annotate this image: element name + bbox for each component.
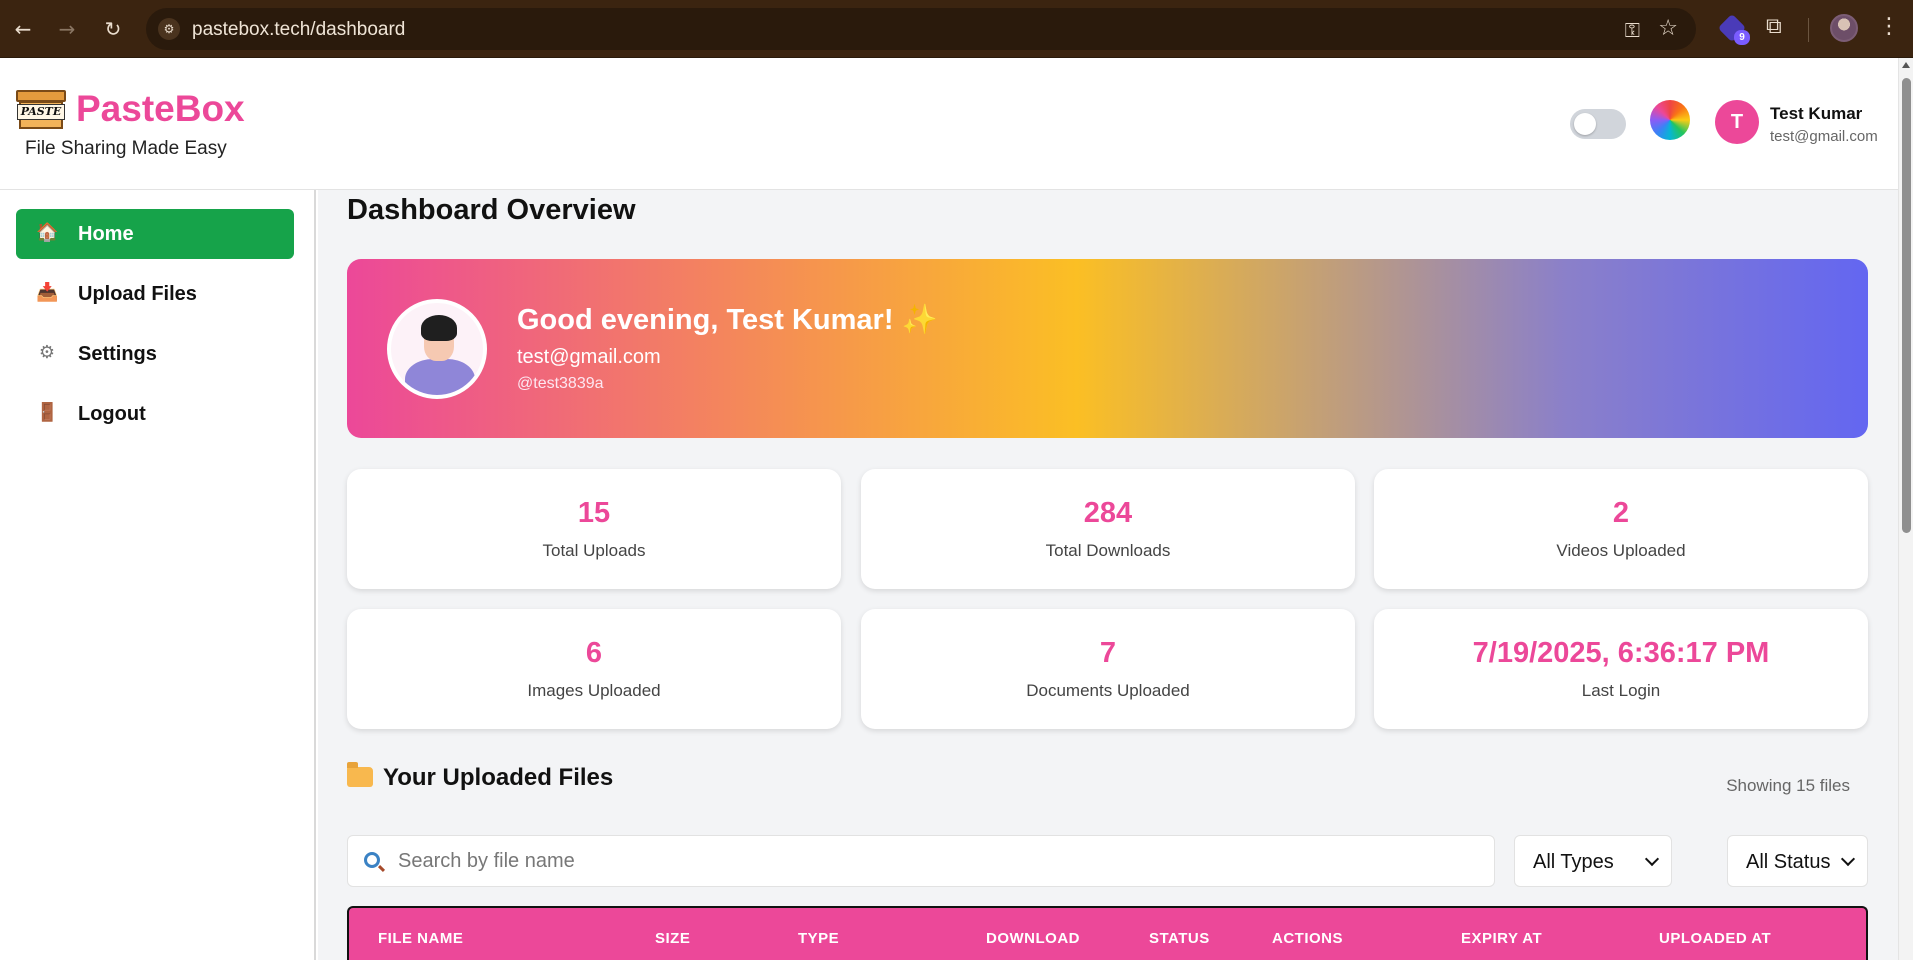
stat-card-total-uploads: 15 Total Uploads xyxy=(347,469,841,589)
extension-badge: 9 xyxy=(1734,30,1750,45)
column-header-type[interactable]: TYPE xyxy=(798,930,839,947)
stat-value: 15 xyxy=(577,497,611,529)
stat-card-last-login: 7/19/2025, 6:36:17 PM Last Login xyxy=(1374,609,1868,729)
browser-toolbar: ← → ↻ ⚙ pastebox.tech/dashboard ⚿ ☆ 9 ⧉ … xyxy=(0,0,1913,58)
stat-value: 2 xyxy=(1612,497,1630,529)
browser-profile-avatar[interactable] xyxy=(1830,14,1858,42)
extension-gem-icon[interactable]: 9 xyxy=(1717,13,1750,45)
uploaded-files-heading: Your Uploaded Files xyxy=(347,762,614,792)
chevron-down-icon xyxy=(1840,851,1856,867)
sidebar-item-label: Logout xyxy=(78,403,146,425)
reload-icon[interactable]: ↻ xyxy=(100,16,126,42)
address-url[interactable]: pastebox.tech/dashboard xyxy=(192,19,405,41)
greeting-text: Good evening, Test Kumar! ✨ xyxy=(517,303,938,337)
type-filter-select[interactable]: All Types xyxy=(1514,835,1672,887)
column-header-uploaded-at[interactable]: UPLOADED AT xyxy=(1659,930,1771,947)
main-content: Dashboard Overview Good evening, Test Ku… xyxy=(318,190,1898,960)
stat-value: 7/19/2025, 6:36:17 PM xyxy=(1472,637,1770,669)
sidebar-item-label: Settings xyxy=(78,343,157,365)
stat-label: Last Login xyxy=(1581,681,1661,700)
user-email: test@gmail.com xyxy=(1770,128,1878,145)
sidebar-item-settings[interactable]: ⚙ Settings xyxy=(16,329,294,379)
banner-handle: @test3839a xyxy=(517,375,604,392)
status-filter-value: All Status xyxy=(1746,851,1831,873)
sidebar-item-upload-files[interactable]: 📥 Upload Files xyxy=(16,269,294,319)
dark-mode-toggle[interactable] xyxy=(1570,109,1626,139)
upload-icon: 📥 xyxy=(36,282,59,303)
logo-text: PASTE xyxy=(17,104,65,120)
stat-label: Total Downloads xyxy=(1045,541,1171,560)
scroll-up-arrow-icon[interactable] xyxy=(1902,62,1910,68)
stat-value: 7 xyxy=(1099,637,1117,669)
page-title: Dashboard Overview xyxy=(347,194,636,226)
stat-label: Documents Uploaded xyxy=(1026,681,1190,700)
file-search-box[interactable] xyxy=(347,835,1495,887)
search-icon xyxy=(364,852,380,868)
user-name: Test Kumar xyxy=(1770,104,1863,123)
toolbar-divider xyxy=(1808,18,1809,42)
column-header-status[interactable]: STATUS xyxy=(1149,930,1210,947)
extensions-puzzle-icon[interactable]: ⧉ xyxy=(1766,14,1782,39)
type-filter-value: All Types xyxy=(1533,851,1614,873)
toggle-knob xyxy=(1574,113,1596,135)
gear-icon: ⚙ xyxy=(38,342,56,363)
back-arrow-icon[interactable]: ← xyxy=(10,16,36,42)
scroll-thumb[interactable] xyxy=(1902,78,1911,533)
stat-card-videos-uploaded: 2 Videos Uploaded xyxy=(1374,469,1868,589)
stat-value: 6 xyxy=(585,637,603,669)
pastebox-logo-icon[interactable]: PASTE xyxy=(16,90,66,130)
bookmark-star-icon[interactable]: ☆ xyxy=(1658,16,1678,41)
stat-label: Total Uploads xyxy=(542,541,646,560)
sidebar-item-label: Upload Files xyxy=(78,283,197,305)
stat-label: Images Uploaded xyxy=(527,681,661,700)
forward-arrow-icon[interactable]: → xyxy=(54,16,80,42)
folder-icon xyxy=(347,762,373,787)
sparkle-icon: ✨ xyxy=(901,304,938,336)
brand-tagline: File Sharing Made Easy xyxy=(25,138,227,159)
app-header: PASTE PasteBox File Sharing Made Easy T … xyxy=(0,58,1898,190)
stat-card-images-uploaded: 6 Images Uploaded xyxy=(347,609,841,729)
profile-avatar-illustration xyxy=(387,299,487,399)
column-header-actions[interactable]: ACTIONS xyxy=(1272,930,1343,947)
stat-card-total-downloads: 284 Total Downloads xyxy=(861,469,1355,589)
home-icon: 🏠 xyxy=(36,222,59,243)
column-header-expiry-at[interactable]: EXPIRY AT xyxy=(1461,930,1542,947)
greeting-message: Good evening, Test Kumar! xyxy=(517,304,894,336)
stat-label: Videos Uploaded xyxy=(1556,541,1686,560)
column-header-file-name[interactable]: FILE NAME xyxy=(378,930,463,947)
column-header-size[interactable]: SIZE xyxy=(655,930,690,947)
browser-menu-icon[interactable]: ⋮ xyxy=(1878,14,1900,39)
user-avatar[interactable]: T xyxy=(1715,100,1759,144)
column-header-download[interactable]: DOWNLOAD xyxy=(986,930,1080,947)
chevron-down-icon xyxy=(1644,851,1660,867)
status-filter-select[interactable]: All Status xyxy=(1727,835,1868,887)
site-settings-icon[interactable]: ⚙ xyxy=(158,18,180,40)
sidebar-item-label: Home xyxy=(78,223,134,245)
brand-name[interactable]: PasteBox xyxy=(76,88,245,130)
files-count: Showing 15 files xyxy=(1726,776,1850,795)
welcome-banner: Good evening, Test Kumar! ✨ test@gmail.c… xyxy=(347,259,1868,438)
banner-email: test@gmail.com xyxy=(517,346,661,368)
door-icon: 🚪 xyxy=(36,402,59,423)
files-table-header: FILE NAME SIZE TYPE DOWNLOAD STATUS ACTI… xyxy=(347,906,1868,960)
file-search-input[interactable] xyxy=(398,837,1488,885)
password-key-icon[interactable]: ⚿ xyxy=(1625,18,1640,42)
page-scrollbar[interactable] xyxy=(1898,58,1913,960)
stat-value: 284 xyxy=(1083,497,1133,529)
stat-card-documents-uploaded: 7 Documents Uploaded xyxy=(861,609,1355,729)
uploaded-files-title: Your Uploaded Files xyxy=(383,764,614,791)
theme-color-picker-icon[interactable] xyxy=(1650,100,1690,140)
sidebar-item-home[interactable]: 🏠 Home xyxy=(16,209,294,259)
sidebar-item-logout[interactable]: 🚪 Logout xyxy=(16,389,294,439)
sidebar: 🏠 Home 📥 Upload Files ⚙ Settings 🚪 Logou… xyxy=(0,190,316,960)
address-bar[interactable]: ⚙ pastebox.tech/dashboard ⚿ ☆ xyxy=(146,8,1696,50)
